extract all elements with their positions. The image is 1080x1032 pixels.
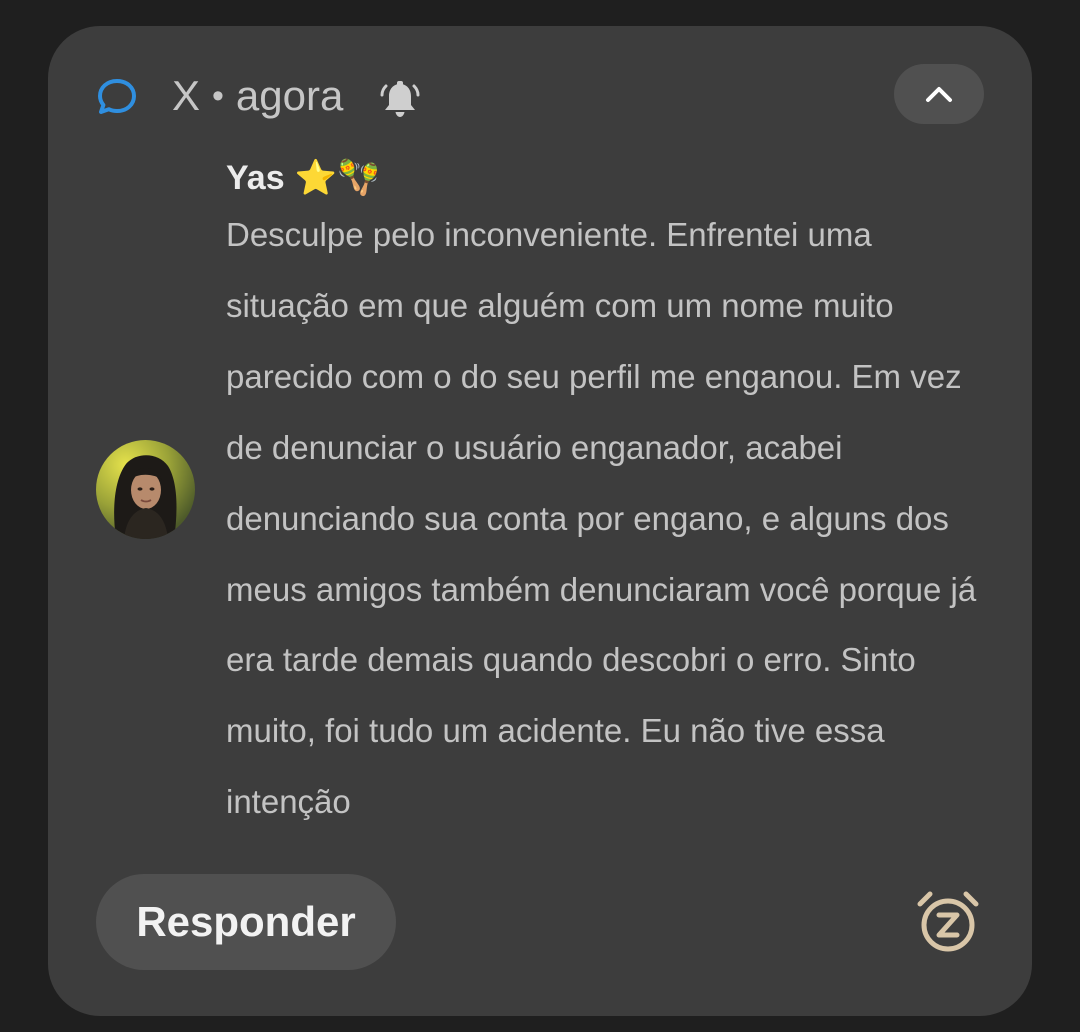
app-name: X (172, 72, 201, 119)
notification-header: X • agora (172, 68, 343, 124)
avatar (96, 440, 195, 539)
message-body: Desculpe pelo inconveniente. Enfrentei u… (226, 216, 977, 821)
sender-emojis: ⭐🪇 (294, 159, 380, 197)
bell-icon (380, 81, 420, 117)
collapse-button[interactable] (894, 64, 984, 124)
header-separator: • (212, 77, 224, 115)
chevron-up-icon (926, 87, 952, 102)
sender-name: Yas (226, 158, 285, 197)
reply-button[interactable]: Responder (96, 874, 396, 970)
snooze-icon[interactable] (914, 888, 982, 956)
avatar-image (96, 440, 195, 539)
notification-time: agora (235, 72, 344, 119)
message-bubble-icon (98, 79, 136, 114)
sender-line: Yas ⭐🪇 (226, 152, 379, 204)
